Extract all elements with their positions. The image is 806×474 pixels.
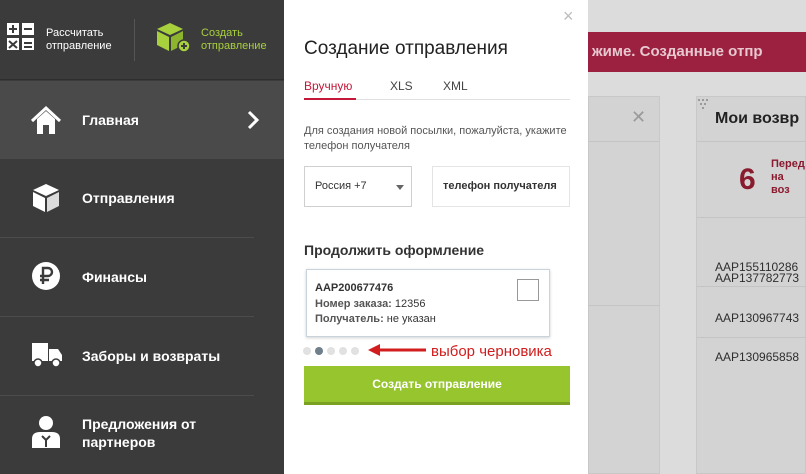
calculate-shipment-label: Рассчитать отправление bbox=[46, 26, 112, 52]
returns-card-title: Мои возвр bbox=[715, 110, 800, 127]
sidebar-item-home[interactable]: Главная bbox=[0, 81, 284, 159]
notice-banner-text: жиме. Созданные отпр bbox=[592, 43, 763, 60]
box-plus-icon bbox=[153, 20, 191, 59]
calculator-icon bbox=[6, 22, 36, 57]
sidebar-item-shipments[interactable]: Отправления bbox=[0, 159, 284, 237]
returns-count-caption: Перед на воз bbox=[771, 158, 805, 196]
close-icon[interactable]: ✕ bbox=[631, 107, 646, 128]
draft-recipient-value: не указан bbox=[386, 313, 436, 325]
pagination-dot[interactable] bbox=[327, 347, 335, 355]
home-icon bbox=[30, 105, 62, 137]
annotation-arrow-icon bbox=[366, 342, 428, 363]
chevron-down-icon bbox=[396, 185, 404, 190]
tab-manual[interactable]: Вручную bbox=[304, 79, 352, 93]
sidebar: Рассчитать отправление Создать отправлен… bbox=[0, 0, 284, 474]
draft-order-row: Номер заказа: 12356 bbox=[315, 298, 426, 310]
create-shipment-label: Создать отправление bbox=[201, 26, 267, 52]
pagination-dot[interactable] bbox=[339, 347, 347, 355]
card-divider bbox=[697, 217, 806, 218]
draft-card[interactable]: AAP200677476 Номер заказа: 12356 Получат… bbox=[306, 269, 550, 337]
continue-section-title: Продолжить оформление bbox=[304, 242, 485, 258]
active-tab-indicator bbox=[304, 98, 356, 100]
return-code[interactable]: AAP130965858 bbox=[715, 350, 799, 364]
pagination-dot[interactable] bbox=[303, 347, 311, 355]
sidebar-item-finance[interactable]: Финансы bbox=[0, 238, 284, 316]
country-code-select[interactable]: Россия +7 bbox=[304, 166, 412, 207]
chevron-right-icon bbox=[246, 110, 260, 135]
returns-count: 6 bbox=[739, 163, 756, 196]
draft-order-label: Номер заказа: bbox=[315, 298, 392, 310]
recipient-phone-input[interactable]: телефон получателя bbox=[432, 166, 570, 207]
row-divider bbox=[697, 337, 806, 338]
draft-id: AAP200677476 bbox=[315, 282, 394, 294]
create-shipment-modal: × Создание отправления Вручную XLS XML Д… bbox=[284, 0, 588, 474]
dashboard-card: ✕ bbox=[588, 96, 660, 474]
pagination-dot-active[interactable] bbox=[315, 347, 323, 355]
close-icon[interactable]: × bbox=[563, 6, 574, 27]
return-code[interactable]: AAP137782773 bbox=[715, 271, 799, 285]
draft-recipient-label: Получатель: bbox=[315, 313, 384, 325]
country-code-value: Россия +7 bbox=[315, 180, 367, 192]
sidebar-item-pickups-returns[interactable]: Заборы и возвраты bbox=[0, 317, 284, 395]
recipient-phone-placeholder: телефон получателя bbox=[443, 180, 557, 192]
sidebar-item-label: Главная bbox=[82, 112, 139, 128]
card-divider bbox=[697, 141, 806, 142]
pagination-dot[interactable] bbox=[351, 347, 359, 355]
sidebar-item-partner-offers[interactable]: Предложения от партнеров bbox=[0, 396, 284, 474]
sidebar-top-actions: Рассчитать отправление Создать отправлен… bbox=[0, 0, 284, 80]
truck-icon bbox=[30, 337, 62, 369]
card-divider bbox=[589, 305, 659, 306]
ruble-icon bbox=[30, 260, 62, 292]
modal-title: Создание отправления bbox=[304, 38, 508, 59]
annotation-text: выбор черновика bbox=[431, 343, 552, 360]
tab-bar: Вручную XLS XML bbox=[304, 78, 570, 100]
box-icon bbox=[30, 182, 62, 214]
draft-recipient-row: Получатель: не указан bbox=[315, 313, 436, 325]
return-code[interactable]: AAP130967743 bbox=[715, 311, 799, 325]
row-divider bbox=[697, 286, 806, 287]
sidebar-item-label: Финансы bbox=[82, 269, 147, 285]
sidebar-item-label: Отправления bbox=[82, 190, 175, 206]
dots-icon bbox=[697, 97, 709, 115]
tab-xls[interactable]: XLS bbox=[390, 79, 413, 93]
notice-banner: жиме. Созданные отпр bbox=[588, 32, 806, 72]
card-divider bbox=[589, 141, 659, 142]
draft-checkbox[interactable] bbox=[517, 279, 539, 301]
partner-icon bbox=[30, 415, 62, 448]
phone-hint: Для создания новой посылки, пожалуйста, … bbox=[304, 125, 567, 152]
tab-xml[interactable]: XML bbox=[443, 79, 468, 93]
create-shipment-submit-button[interactable]: Создать отправление bbox=[304, 366, 570, 405]
returns-card: Мои возвр 6 Перед на воз bbox=[696, 96, 806, 474]
calculate-shipment-button[interactable]: Рассчитать отправление bbox=[0, 0, 134, 80]
sidebar-item-label: Заборы и возвраты bbox=[82, 348, 221, 364]
draft-order-value: 12356 bbox=[394, 298, 426, 310]
create-shipment-button[interactable]: Создать отправление bbox=[135, 0, 269, 80]
sidebar-item-label: Предложения от партнеров bbox=[82, 416, 197, 450]
draft-pagination bbox=[303, 347, 359, 355]
